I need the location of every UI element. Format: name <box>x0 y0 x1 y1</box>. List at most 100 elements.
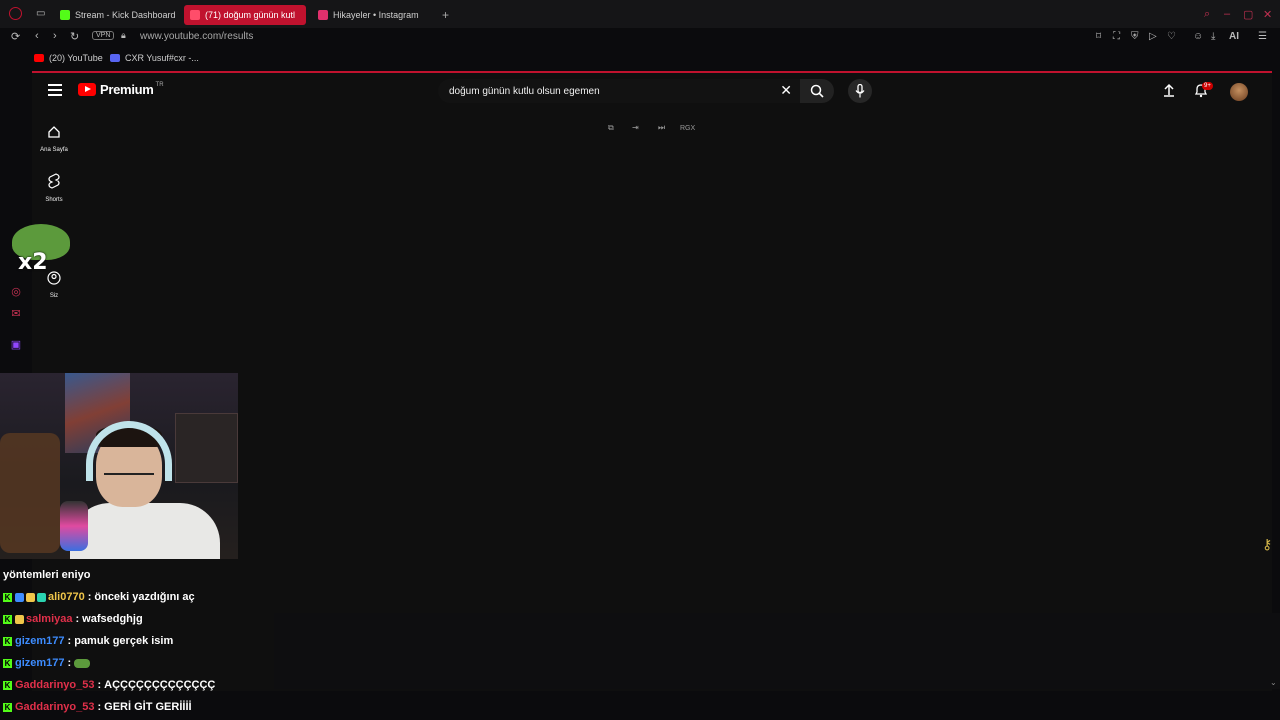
key-icon: ⚷ <box>1262 536 1273 552</box>
account-avatar[interactable] <box>1230 83 1248 101</box>
lock-icon[interactable]: 🔒︎ <box>121 30 126 41</box>
chat-username[interactable]: Gaddarinyo_53 <box>15 679 94 691</box>
chat-username[interactable]: gizem177 <box>15 657 65 669</box>
brand-label: Premium <box>100 82 154 97</box>
stream-chat-overlay: yöntemleri eniyo K ali0770 : önceki yazd… <box>0 550 290 720</box>
reload-icon[interactable]: ↻ <box>70 30 79 43</box>
skip-icon[interactable]: ⏭ <box>658 123 665 133</box>
chat-username[interactable]: ali0770 <box>48 591 85 603</box>
restore-icon[interactable]: ▢ <box>1243 8 1253 21</box>
youtube-icon <box>34 54 44 62</box>
search-button[interactable] <box>800 79 834 103</box>
new-tab-button[interactable]: + <box>436 5 456 25</box>
instagram-icon <box>318 10 328 20</box>
youtube-play-icon <box>78 83 96 96</box>
region-label: TR <box>155 81 164 88</box>
notification-count-badge: 9+ <box>1202 82 1213 90</box>
youtube-header: Premium TR doğum günün kutlu olsun egeme… <box>32 73 1272 109</box>
chat-username[interactable]: gizem177 <box>15 635 65 647</box>
chat-text: GERİ GİT GERİİİİ <box>104 701 192 713</box>
bookmark-page-icon[interactable]: ⌑ <box>1096 31 1101 42</box>
chat-message: K gizem177 : pamuk gerçek isim <box>3 635 174 647</box>
chat-message: K ali0770 : önceki yazdığını aç <box>3 591 195 603</box>
sidebar-instagram-icon[interactable]: ◎ <box>8 283 24 299</box>
clear-search-icon[interactable]: ✕ <box>780 82 792 99</box>
address-bar-row: ⟳ ‹ › ↻ VPN 🔒︎ www.youtube.com/results ⌑… <box>0 28 1280 46</box>
webcam-overlay <box>0 373 238 559</box>
chat-message: K salmiyaa : wafsedghjg <box>3 613 143 625</box>
profile-icon[interactable]: ☺ <box>1193 31 1203 42</box>
scroll-down-icon[interactable]: ⌄ <box>1270 678 1277 687</box>
bookmark-discord[interactable]: CXR Yusuf#cxr -... <box>110 53 199 63</box>
guide-menu-icon[interactable] <box>48 84 62 96</box>
exit-icon[interactable]: ⇥ <box>632 123 639 132</box>
new-tab-label: + <box>442 8 450 22</box>
back-icon[interactable]: ‹ <box>35 30 39 42</box>
voice-search-button[interactable] <box>848 79 872 103</box>
chat-username[interactable]: Gaddarinyo_53 <box>15 701 94 713</box>
minimize-icon[interactable]: – <box>1224 8 1230 20</box>
player-icon[interactable]: ▷ <box>1149 31 1157 42</box>
kick-badge-icon: K <box>3 702 12 712</box>
kick-icon <box>60 10 70 20</box>
chat-text: yöntemleri eniyo <box>3 569 91 581</box>
sidebar-messenger-icon[interactable]: ✉ <box>8 305 24 321</box>
upload-icon <box>1164 83 1174 97</box>
search-input[interactable]: doğum günün kutlu olsun egemen ✕ <box>438 79 800 103</box>
chat-text: önceki yazdığını aç <box>94 591 195 603</box>
frog-emote-icon <box>74 658 91 668</box>
download-icon[interactable]: ⤓ <box>1211 31 1215 42</box>
forward-icon[interactable]: › <box>53 30 57 42</box>
guide-item-home[interactable]: Ana Sayfa <box>36 125 72 153</box>
adblock-shield-icon[interactable]: ⛨ <box>1131 31 1139 42</box>
tab-kick-dashboard[interactable]: Stream - Kick Dashboard <box>54 5 178 25</box>
badge-icon <box>37 592 46 602</box>
search-icon <box>810 84 824 98</box>
rgx-control[interactable]: RGX <box>680 125 695 132</box>
guide-item-shorts[interactable]: Shorts <box>36 173 72 203</box>
webcam-microphone <box>60 501 88 551</box>
kick-badge-icon: K <box>3 680 12 690</box>
chat-message: K Gaddarinyo_53 : AÇÇÇÇÇÇÇÇÇÇÇÇÇ <box>3 679 216 691</box>
webcam-chair <box>0 433 60 553</box>
badge-icon <box>15 614 24 624</box>
tab-youtube-results[interactable]: (71) doğum günün kutl <box>184 5 306 25</box>
chat-username[interactable]: salmiyaa <box>26 613 72 625</box>
kick-badge-icon: K <box>3 592 12 602</box>
snapshot-icon[interactable]: ⛶ <box>1113 31 1120 42</box>
emote-multiplier: x2 <box>18 250 48 275</box>
search-query-text: doğum günün kutlu olsun egemen <box>449 85 600 97</box>
upload-button[interactable] <box>1162 83 1176 102</box>
url-field[interactable]: www.youtube.com/results <box>140 31 253 42</box>
tab-instagram[interactable]: Hikayeler • Instagram <box>312 5 432 25</box>
vpn-badge[interactable]: VPN <box>92 31 115 40</box>
shorts-icon <box>48 173 60 189</box>
bookmarks-bar: (20) YouTube CXR Yusuf#cxr -... <box>0 50 1280 68</box>
aria-ai-button[interactable]: AI <box>1229 31 1239 42</box>
easy-setup-menu-icon[interactable]: ☰ <box>1258 31 1267 42</box>
youtube-premium-logo[interactable]: Premium TR <box>78 82 164 97</box>
search-tabs-icon[interactable]: ⌕ <box>1204 8 1210 21</box>
bookmark-youtube[interactable]: (20) YouTube <box>34 53 103 63</box>
sidebar-twitch-icon[interactable]: ▣ <box>8 336 24 352</box>
chat-background <box>274 613 1280 689</box>
chat-message: K gizem177 : <box>3 657 91 669</box>
webcam-equipment-rack <box>175 413 238 483</box>
home-icon <box>48 126 60 138</box>
emote-overlay: x2 <box>6 220 70 280</box>
microphone-icon <box>855 84 865 98</box>
opera-logo-icon[interactable] <box>9 7 22 20</box>
guide-label: Shorts <box>45 197 63 203</box>
kick-badge-icon: K <box>3 658 12 668</box>
chat-message: K Gaddarinyo_53 : GERİ GİT GERİİİİ <box>3 701 192 713</box>
tab-workspace-icon[interactable]: ▭ <box>36 8 45 19</box>
close-window-icon[interactable]: ✕ <box>1263 8 1272 21</box>
pip-icon[interactable]: ⧉ <box>608 123 614 133</box>
ai-label: AI <box>1229 31 1239 42</box>
chat-message: yöntemleri eniyo <box>3 569 90 581</box>
chat-text: pamuk gerçek isim <box>74 635 174 647</box>
speaker-icon[interactable] <box>190 10 200 20</box>
heart-icon[interactable]: ♡ <box>1167 31 1176 42</box>
bookmark-label: CXR Yusuf#cxr -... <box>125 53 199 63</box>
reload-sidebar-icon[interactable]: ⟳ <box>11 30 20 43</box>
